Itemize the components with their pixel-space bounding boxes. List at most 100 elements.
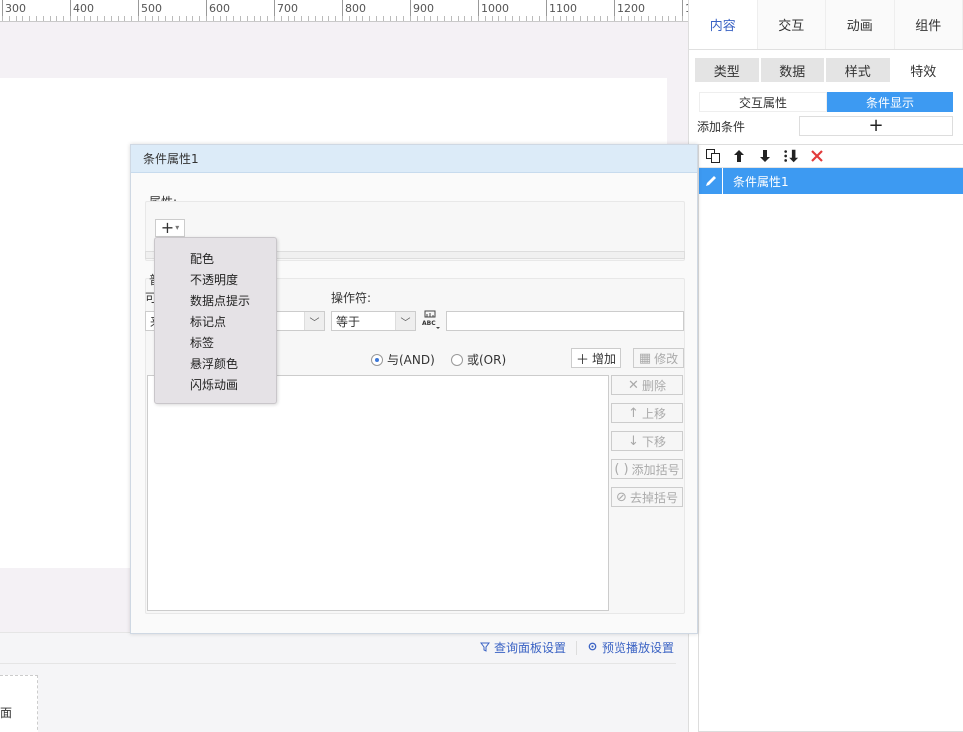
modify-button[interactable]: ▦ 修改 xyxy=(633,348,684,368)
ruler-minor-tick xyxy=(49,16,51,21)
condition-list: 条件属性1 xyxy=(698,144,963,732)
ruler-minor-tick xyxy=(464,16,466,21)
ruler-minor-tick xyxy=(267,16,269,21)
tab-component[interactable]: 组件 xyxy=(894,0,963,49)
ruler-minor-tick xyxy=(233,16,235,21)
ruler-minor-tick xyxy=(42,16,44,21)
ruler-minor-tick xyxy=(314,16,316,21)
query-panel-settings-link[interactable]: 查询面板设置 xyxy=(479,639,566,656)
menu-item-color[interactable]: 配色 xyxy=(155,248,276,269)
segment-interaction-properties[interactable]: 交互属性 xyxy=(699,92,827,112)
tab-animation[interactable]: 动画 xyxy=(826,0,895,49)
subtab-effects[interactable]: 特效 xyxy=(891,58,955,82)
delete-icon[interactable] xyxy=(809,148,825,164)
radio-or[interactable]: 或(OR) xyxy=(451,351,506,368)
ruler-minor-tick xyxy=(491,16,493,21)
tab-interaction[interactable]: 交互 xyxy=(757,0,826,49)
close-icon: ✕ xyxy=(628,377,639,393)
parentheses-icon: ( ) xyxy=(614,461,629,477)
add-condition-row-button[interactable]: ＋增加 xyxy=(571,348,621,368)
edit-pencil-icon[interactable] xyxy=(699,168,723,194)
ruler-minor-tick xyxy=(240,16,241,21)
filter-icon xyxy=(479,641,490,655)
ruler-minor-tick xyxy=(274,16,275,21)
ruler-minor-tick xyxy=(226,16,228,21)
ruler-minor-tick xyxy=(620,16,622,21)
ruler-minor-tick xyxy=(376,16,377,21)
ruler-minor-tick xyxy=(355,16,357,21)
ruler-minor-tick xyxy=(138,16,139,21)
sub-tabs: 类型 数据 样式 特效 xyxy=(695,58,957,82)
menu-item-marker[interactable]: 标记点 xyxy=(155,311,276,332)
ruler-minor-tick xyxy=(552,16,554,21)
ruler-minor-tick xyxy=(131,16,133,21)
ruler-minor-tick xyxy=(518,16,520,21)
move-down-button[interactable]: ↓ 下移 xyxy=(611,431,683,451)
remove-parentheses-button[interactable]: ⊘ 去掉括号 xyxy=(611,487,683,507)
move-up-icon[interactable] xyxy=(731,148,747,164)
ruler-minor-tick xyxy=(457,16,459,21)
ruler-minor-tick xyxy=(369,16,371,21)
subtab-data[interactable]: 数据 xyxy=(760,58,824,82)
preview-playback-settings-link[interactable]: 预览播放设置 xyxy=(587,639,674,656)
ruler-minor-tick xyxy=(110,16,112,21)
tab-content[interactable]: 内容 xyxy=(689,0,758,49)
ruler-minor-tick xyxy=(206,16,207,21)
radio-and[interactable]: 与(AND) xyxy=(371,351,435,368)
ruler-minor-tick xyxy=(675,16,677,21)
ruler-minor-tick xyxy=(287,16,289,21)
segment-conditional-display[interactable]: 条件显示 xyxy=(827,92,953,112)
divider xyxy=(575,640,577,655)
ruler-minor-tick xyxy=(124,16,126,21)
add-condition-button[interactable]: + xyxy=(799,116,953,136)
menu-item-opacity[interactable]: 不透明度 xyxy=(155,269,276,290)
ruler-minor-tick xyxy=(648,16,649,21)
condition-item[interactable]: 条件属性1 xyxy=(699,168,963,194)
condition-expression-list[interactable] xyxy=(147,375,609,611)
arrow-up-icon: ↑ xyxy=(628,405,639,421)
ruler-minor-tick xyxy=(416,16,418,21)
edit-icon: ▦ xyxy=(638,350,652,366)
ruler-minor-tick xyxy=(165,16,167,21)
subtab-style[interactable]: 样式 xyxy=(826,58,890,82)
component-box[interactable]: 面 xyxy=(0,675,38,732)
ruler-minor-tick xyxy=(321,16,323,21)
delete-button[interactable]: ✕ 删除 xyxy=(611,375,683,395)
ruler-minor-tick xyxy=(185,16,187,21)
move-down-icon[interactable] xyxy=(757,148,773,164)
dropdown-arrow-icon: ▾ xyxy=(175,223,180,232)
divider xyxy=(0,663,676,664)
ruler-minor-tick xyxy=(56,16,58,21)
value-input[interactable] xyxy=(446,311,684,331)
ruler-minor-tick xyxy=(634,16,636,21)
add-attribute-button[interactable]: + ▾ xyxy=(155,219,185,237)
move-up-button[interactable]: ↑ 上移 xyxy=(611,403,683,423)
ruler-minor-tick xyxy=(580,16,581,21)
menu-item-hover-color[interactable]: 悬浮颜色 xyxy=(155,353,276,374)
ruler-minor-tick xyxy=(668,16,670,21)
ruler-minor-tick xyxy=(525,16,527,21)
menu-item-label[interactable]: 标签 xyxy=(155,332,276,353)
ruler-minor-tick xyxy=(484,16,486,21)
ruler-minor-tick xyxy=(158,16,160,21)
ruler-minor-tick xyxy=(682,16,683,21)
ruler-minor-tick xyxy=(478,16,479,21)
operator-select[interactable]: 等于 ﹀ xyxy=(331,311,416,331)
copy-icon[interactable] xyxy=(705,148,721,164)
move-bottom-icon[interactable] xyxy=(783,148,799,164)
ruler-minor-tick xyxy=(8,16,10,21)
menu-item-datapoint-tooltip[interactable]: 数据点提示 xyxy=(155,290,276,311)
ruler-minor-tick xyxy=(246,16,248,21)
formula-abc-icon[interactable]: ABC xyxy=(421,309,441,331)
ruler-minor-tick xyxy=(389,16,391,21)
ruler-minor-tick xyxy=(450,16,452,21)
menu-item-flash-animation[interactable]: 闪烁动画 xyxy=(155,374,276,395)
ruler-minor-tick xyxy=(36,16,37,21)
ruler-minor-tick xyxy=(532,16,534,21)
gear-icon xyxy=(587,641,598,655)
subtab-type[interactable]: 类型 xyxy=(695,58,759,82)
add-parentheses-button[interactable]: ( ) 添加括号 xyxy=(611,459,683,479)
ruler-minor-tick xyxy=(410,16,411,21)
ruler-minor-tick xyxy=(253,16,255,21)
radio-dot xyxy=(451,353,463,366)
